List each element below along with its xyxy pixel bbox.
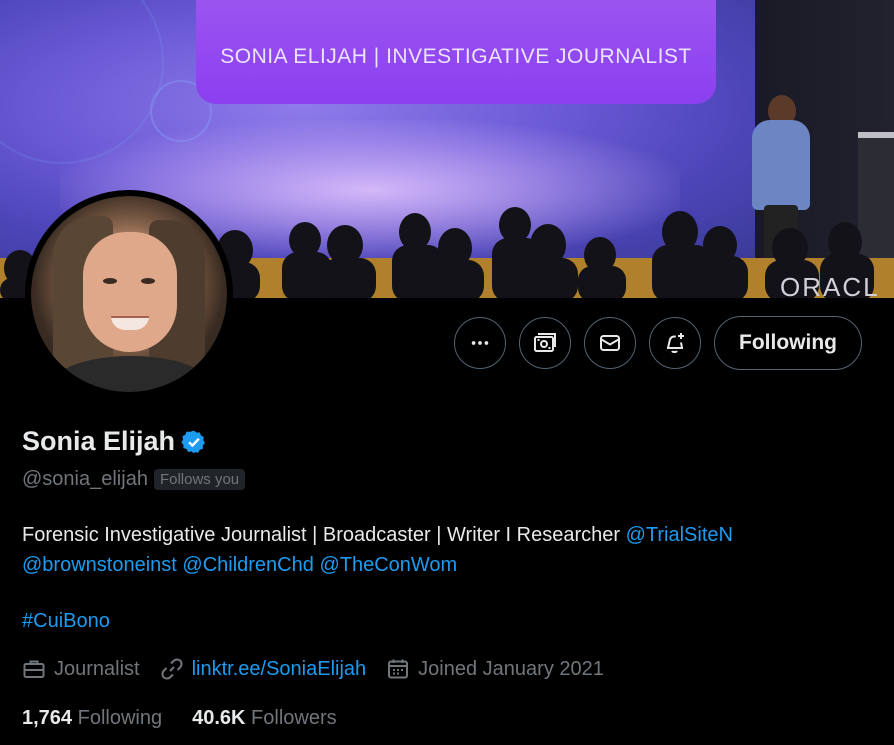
bio-mention-link[interactable]: @TrialSiteN (626, 524, 733, 546)
avatar-face (83, 232, 177, 352)
follows-you-badge: Follows you (153, 469, 246, 490)
following-button[interactable]: Following (714, 316, 862, 370)
banner-backdrop-text: ORACL (780, 272, 880, 298)
profile-name: Sonia Elijah (22, 426, 176, 456)
briefcase-icon (23, 660, 45, 678)
followers-count: 40.6K (192, 707, 246, 729)
profile-name-row: Sonia Elijah (22, 426, 207, 457)
subscribe-button[interactable] (519, 317, 571, 369)
followers-label: Followers (251, 707, 337, 729)
profile-counts: 1,764 Following 40.6K Followers (22, 707, 367, 730)
profession-text: Journalist (54, 657, 140, 680)
more-horizontal-icon (471, 341, 489, 345)
profile-actions: Following (454, 316, 862, 370)
link-icon (161, 658, 183, 680)
avatar-photo (31, 196, 227, 392)
website-link[interactable]: linktr.ee/SoniaElijah (192, 658, 367, 681)
verified-badge-icon[interactable] (181, 429, 207, 455)
notify-button[interactable] (649, 317, 701, 369)
profile-avatar[interactable] (25, 190, 233, 398)
website-item: linktr.ee/SoniaElijah (160, 657, 367, 681)
money-icon (534, 333, 556, 352)
envelope-icon (600, 335, 620, 351)
message-button[interactable] (584, 317, 636, 369)
following-label: Following (77, 707, 163, 729)
following-count: 1,764 (22, 707, 73, 729)
bio-text: Forensic Investigative Journalist | Broa… (22, 524, 626, 546)
bell-plus-icon (667, 333, 684, 354)
profession-item: Journalist (22, 657, 140, 681)
calendar-icon (388, 659, 409, 679)
more-button[interactable] (454, 317, 506, 369)
profile-meta: Journalist linktr.ee/SoniaElijah Joined … (22, 657, 624, 681)
bio-mention-link[interactable]: @TheConWom (319, 554, 457, 576)
avatar-eye (141, 278, 155, 284)
bio-mention-link[interactable]: @ChildrenChd (182, 554, 313, 576)
avatar-eye (103, 278, 117, 284)
profile-bio: Forensic Investigative Journalist | Broa… (22, 520, 872, 580)
profile-handle: @sonia_elijah (22, 468, 148, 490)
joined-text: Joined January 2021 (418, 657, 604, 680)
profile-handle-row: @sonia_elijah Follows you (22, 468, 246, 491)
bio-hashtag-link[interactable]: #CuiBono (22, 610, 110, 633)
bio-mention-link[interactable]: @brownstoneinst (22, 554, 177, 576)
followers-count-link[interactable]: 40.6K Followers (192, 707, 337, 730)
joined-item: Joined January 2021 (386, 657, 604, 681)
following-count-link[interactable]: 1,764 Following (22, 707, 162, 730)
